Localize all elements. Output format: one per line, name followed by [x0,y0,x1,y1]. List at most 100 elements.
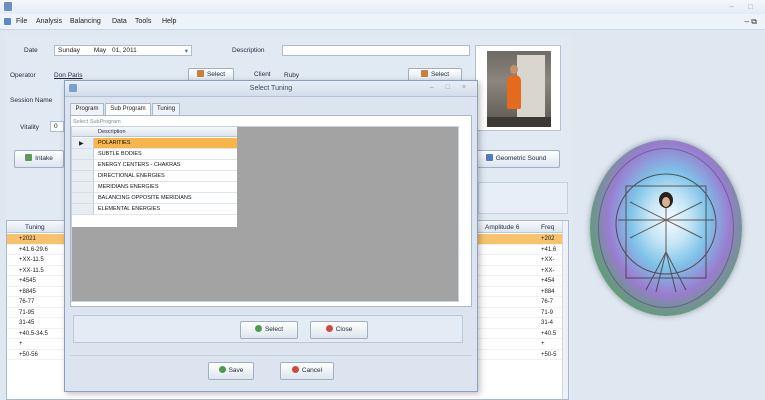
app-icon [4,2,12,11]
window-controls[interactable]: ‒ □ [729,2,759,11]
mdi-controls[interactable]: ‒ ⧉ [745,17,757,27]
date-day: Sunday [58,47,81,54]
sound-icon [485,154,493,161]
dialog-action-panel: Select Close [73,315,463,343]
tab-tuning[interactable]: Tuning [152,103,180,115]
tuning-cell: +XX-11.5 [19,267,44,274]
cancel-icon [291,366,299,373]
save-button[interactable]: Save [208,362,254,380]
dialog-title: Select Tuning [249,85,293,92]
subprogram-grid: Description ▶ POLARITIES SUBTLE BODIES ENER… [72,127,237,227]
client-select-label: Select [430,71,450,78]
menu-balancing[interactable]: Balancing [70,18,101,25]
person-icon [420,70,428,77]
operator-select-label: Select [206,71,226,78]
row-header[interactable] [72,193,94,204]
document-icon [4,18,11,25]
subprogram-group: Description ▶ POLARITIES SUBTLE BODIES ENER… [71,126,459,302]
menu-help[interactable]: Help [162,18,176,25]
vitality-field[interactable]: 0 [50,121,64,132]
close-icon [325,325,333,332]
dialog-titlebar: Select Tuning ‒ □ × [65,81,477,97]
menu-data[interactable]: Data [112,18,127,25]
menu-tools[interactable]: Tools [135,18,151,25]
calendar-dropdown-icon[interactable]: ▾ [185,47,188,55]
group-label: Select SubProgram [73,119,121,125]
operator-label: Operator [10,72,36,79]
tuning-cell: +50-56 [19,351,38,358]
tuning-cell: +8845 [19,288,36,295]
tuning-cell: +XX-11.5 [19,257,44,263]
col-amplitude[interactable]: Amplitude 6 [485,224,519,231]
session-name-label: Session Name [10,97,53,104]
subprogram-item[interactable]: ENERGY CENTERS - CHAKRAS [94,160,237,171]
tuning-cell: 76-77 [19,299,35,305]
cancel-button[interactable]: Cancel [280,362,334,380]
intake-label: Intake [35,155,53,162]
menu-analysis[interactable]: Analysis [36,18,62,25]
window-titlebar: ‒ □ [0,0,765,14]
geometric-sound-button[interactable]: Geometric Sound [472,150,560,168]
close-button[interactable]: Close [310,321,368,339]
description-field[interactable] [282,45,470,56]
menu-bar: File Analysis Balancing Data Tools Help … [0,14,765,30]
tab-program[interactable]: Program [70,103,104,115]
right-section [478,182,568,214]
col-freq[interactable]: Freq [541,224,554,231]
vitality-label: Vitality [20,124,40,131]
check-icon [254,325,262,332]
client-label: Client [254,71,271,78]
freq-cell: +454 [541,278,555,284]
subprogram-item[interactable]: ELEMENTAL ENERGIES [94,204,237,215]
date-picker[interactable]: Sunday May 01, 2011 ▾ [54,45,192,56]
tuning-cell: 71-95 [19,309,35,316]
description-column-header[interactable]: Description [98,129,126,135]
subprogram-item[interactable]: POLARITIES [94,138,237,149]
tuning-cell: + [19,341,23,347]
date-month: May [93,47,107,54]
freq-cell: 71-9 [541,309,554,316]
client-value: Ruby [284,72,300,79]
dialog-footer: Save Cancel [70,355,472,385]
tuning-cell: +2021 [19,236,36,242]
freq-cell: +202 [541,236,555,242]
row-header[interactable]: ▶ [72,138,94,149]
tab-sub-program[interactable]: Sub Program [105,103,151,115]
freq-cell: +884 [541,288,555,295]
vitruvian-sphere [590,140,742,316]
dialog-window-controls[interactable]: ‒ □ × [430,84,471,91]
row-header[interactable] [72,182,94,193]
geometric-sound-label: Geometric Sound [495,155,547,162]
freq-cell: +50-5 [541,351,557,358]
photo-image [487,51,551,127]
row-header[interactable] [72,204,94,215]
freq-cell: +XX- [541,257,555,263]
save-button-label: Save [228,367,244,374]
subprogram-item[interactable]: MERIDIANS ENERGIES [94,182,237,193]
row-header[interactable] [72,160,94,171]
intake-button[interactable]: Intake [14,150,64,168]
tuning-cell: 31-45 [19,320,35,326]
freq-cell: +40.5 [541,330,557,337]
vitruvian-figure-icon [615,173,717,293]
select-button[interactable]: Select [240,321,298,339]
subprogram-item[interactable]: BALANCING OPPOSITE MERIDIANS [94,193,237,204]
freq-cell: 31-4 [541,320,554,326]
subprogram-grid-header: Description [72,127,237,137]
close-button-label: Close [335,326,353,333]
select-tuning-dialog: Select Tuning ‒ □ × Program Sub Program … [64,80,478,392]
select-button-label: Select [264,326,284,333]
grid-scrollbar[interactable] [562,221,568,399]
menu-file[interactable]: File [16,18,27,25]
tuning-cell: +4545 [19,278,36,284]
operator-value[interactable]: Don Paris [54,72,83,79]
client-photo [475,45,561,131]
row-header[interactable] [72,149,94,160]
tuning-cell: +40.5-34.5 [19,330,48,337]
date-label: Date [24,47,38,54]
col-tuning[interactable]: Tuning [25,224,45,231]
save-icon [218,366,226,373]
subprogram-item[interactable]: DIRECTIONAL ENERGIES [94,171,237,182]
subprogram-item[interactable]: SUBTLE BODIES [94,149,237,160]
row-header[interactable] [72,171,94,182]
